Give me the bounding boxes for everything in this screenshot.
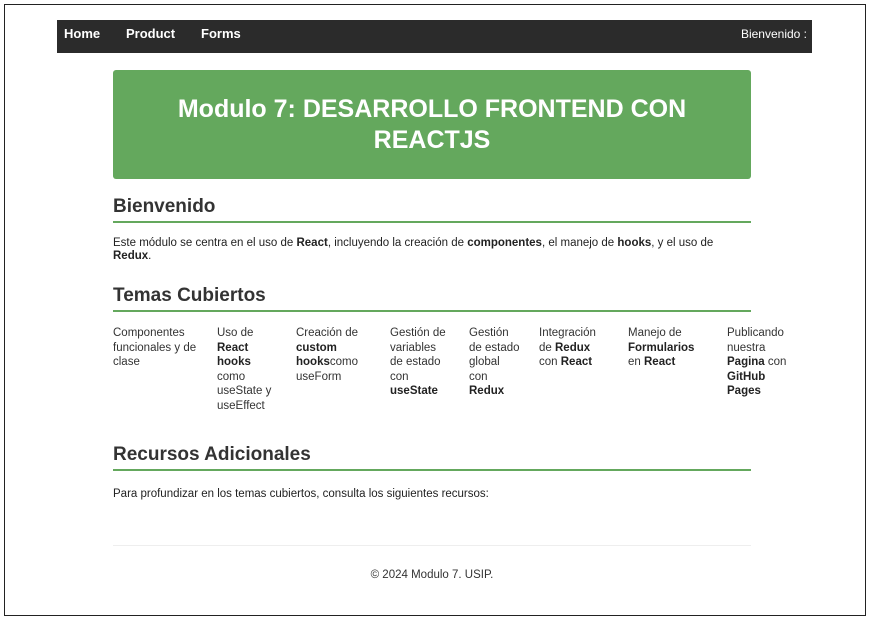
nav-forms-link[interactable]: Forms [201, 20, 241, 53]
nav-product-link[interactable]: Product [126, 20, 175, 53]
navbar: Home Product Forms Bienvenido : [57, 20, 812, 53]
resources-text: Para profundizar en los temas cubiertos,… [113, 488, 489, 500]
topics-list: Componentes funcionales y de clase Uso d… [113, 326, 813, 436]
footer-copyright: © 2024 Modulo 7. USIP. [370, 569, 494, 581]
topic-item-5: Gestión de estado global con Redux [469, 327, 520, 397]
topic-item-7: Manejo de Formularios en React [628, 327, 695, 368]
topic-item-1: Componentes funcionales y de clase [113, 327, 197, 368]
topic-item-6: Integración de Redux con React [539, 327, 596, 368]
nav-welcome-text: Bienvenido : [740, 27, 807, 41]
welcome-heading: Bienvenido [113, 196, 751, 223]
hero-banner: Modulo 7: DESARROLLO FRONTEND CON REACTJ… [113, 70, 751, 179]
footer: © 2024 Modulo 7. USIP. [113, 545, 751, 601]
resources-heading: Recursos Adicionales [113, 444, 751, 471]
topic-item-3: Creación de custom hookscomo useForm [296, 327, 359, 383]
topics-heading: Temas Cubiertos [113, 285, 751, 312]
topic-item-4: Gestión de variables de estado con useSt… [390, 327, 446, 397]
welcome-text: Este módulo se centra en el uso de React… [113, 237, 714, 262]
page: Home Product Forms Bienvenido : Modulo 7… [57, 20, 812, 600]
topic-item-8: Publicando nuestra Pagina con GitHub Pag… [727, 327, 787, 397]
topic-item-2: Uso de React hooks como useState y useEf… [217, 327, 272, 412]
nav-home-link[interactable]: Home [64, 20, 100, 53]
hero-title: Modulo 7: DESARROLLO FRONTEND CON REACTJ… [177, 94, 687, 154]
